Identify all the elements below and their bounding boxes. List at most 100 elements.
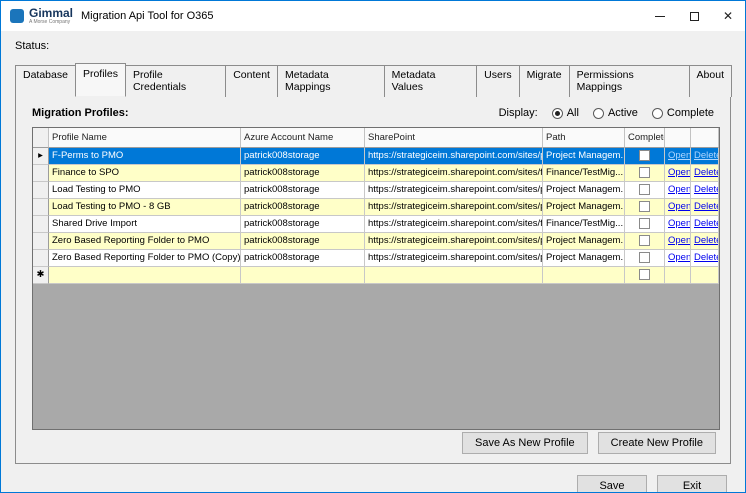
cell-sharepoint[interactable]: https://strategiceim.sharepoint.com/site…: [365, 182, 543, 199]
tab-content[interactable]: Content: [225, 65, 278, 97]
minimize-button[interactable]: [643, 1, 677, 31]
tab-database[interactable]: Database: [15, 65, 76, 97]
open-link[interactable]: Open: [668, 184, 690, 195]
grid-row[interactable]: Shared Drive Import patrick008storage http…: [33, 216, 719, 233]
cell-azure-account[interactable]: patrick008storage: [241, 148, 365, 165]
delete-link[interactable]: Delete: [694, 167, 718, 178]
tab-profiles[interactable]: Profiles: [74, 63, 126, 97]
cell-sharepoint[interactable]: https://strategiceim.sharepoint.com/site…: [365, 199, 543, 216]
cell-sharepoint[interactable]: https://strategiceim.sharepoint.com/site…: [365, 250, 543, 267]
cell-path[interactable]: Project Managem...: [543, 148, 625, 165]
grid-row[interactable]: Load Testing to PMO - 8 GB patrick008stor…: [33, 199, 719, 216]
cell-profile-name[interactable]: Zero Based Reporting Folder to PMO: [49, 233, 241, 250]
tab-migrate[interactable]: Migrate: [518, 65, 570, 97]
complete-checkbox[interactable]: [639, 149, 650, 161]
open-link[interactable]: Open: [668, 218, 690, 229]
cell-sharepoint[interactable]: https://strategiceim.sharepoint.com/site…: [365, 148, 543, 165]
cell-path[interactable]: Project Managem...: [543, 233, 625, 250]
tab-profile-credentials[interactable]: Profile Credentials: [124, 65, 227, 97]
grid-new-row[interactable]: ✱: [33, 267, 719, 284]
row-indicator[interactable]: [33, 199, 49, 216]
open-link[interactable]: Open: [668, 235, 690, 246]
delete-link[interactable]: Delete: [694, 252, 718, 263]
cell-azure-account[interactable]: patrick008storage: [241, 182, 365, 199]
row-indicator[interactable]: [33, 250, 49, 267]
display-option-active[interactable]: Active: [592, 107, 638, 119]
delete-link[interactable]: Delete: [694, 201, 718, 212]
maximize-button[interactable]: [677, 1, 711, 31]
cell-azure-account[interactable]: patrick008storage: [241, 250, 365, 267]
cell-azure-account[interactable]: [241, 267, 365, 284]
complete-checkbox[interactable]: [639, 217, 650, 229]
col-header-complete[interactable]: Complete: [625, 128, 665, 148]
row-indicator[interactable]: [33, 233, 49, 250]
row-indicator[interactable]: [33, 165, 49, 182]
cell-complete: [625, 267, 665, 284]
col-header-sharepoint[interactable]: SharePoint: [365, 128, 543, 148]
display-option-complete[interactable]: Complete: [651, 107, 714, 119]
grid-row[interactable]: Zero Based Reporting Folder to PMO patric…: [33, 233, 719, 250]
tab-users[interactable]: Users: [476, 65, 520, 97]
open-link[interactable]: Open: [668, 167, 690, 178]
row-indicator[interactable]: [33, 216, 49, 233]
save-as-new-profile-button[interactable]: Save As New Profile: [462, 432, 588, 454]
open-link[interactable]: Open: [668, 201, 690, 212]
cell-open: Open: [665, 233, 691, 250]
cell-sharepoint[interactable]: https://strategiceim.sharepoint.com/site…: [365, 233, 543, 250]
cell-profile-name[interactable]: Load Testing to PMO: [49, 182, 241, 199]
col-header-azure-account-name[interactable]: Azure Account Name: [241, 128, 365, 148]
create-new-profile-button[interactable]: Create New Profile: [597, 432, 716, 454]
cell-path[interactable]: Finance/TestMig...: [543, 216, 625, 233]
complete-checkbox[interactable]: [639, 234, 650, 246]
radio-label: All: [566, 107, 579, 119]
delete-link[interactable]: Delete: [694, 184, 718, 195]
delete-link[interactable]: Delete: [694, 235, 718, 246]
row-indicator[interactable]: ▸: [33, 148, 49, 165]
col-header-profile-name[interactable]: Profile Name: [49, 128, 241, 148]
cell-path[interactable]: [543, 267, 625, 284]
row-indicator[interactable]: ✱: [33, 267, 49, 284]
cell-azure-account[interactable]: patrick008storage: [241, 216, 365, 233]
open-link[interactable]: Open: [668, 150, 690, 161]
cell-profile-name[interactable]: [49, 267, 241, 284]
open-link[interactable]: Open: [668, 252, 690, 263]
cell-profile-name[interactable]: Shared Drive Import: [49, 216, 241, 233]
radio-label: Complete: [666, 107, 714, 119]
grid-row[interactable]: ▸ F-Perms to PMO patrick008storage https://…: [33, 148, 719, 165]
grid-row[interactable]: Finance to SPO patrick008storage https://s…: [33, 165, 719, 182]
cell-path[interactable]: Project Managem...: [543, 182, 625, 199]
tab-metadata-values[interactable]: Metadata Values: [383, 65, 478, 97]
cell-azure-account[interactable]: patrick008storage: [241, 199, 365, 216]
save-button[interactable]: Save: [577, 475, 647, 492]
complete-checkbox[interactable]: [639, 251, 650, 263]
radio-icon: [651, 107, 663, 119]
cell-profile-name[interactable]: Zero Based Reporting Folder to PMO (Copy…: [49, 250, 241, 267]
cell-sharepoint[interactable]: https://strategiceim.sharepoint.com/site…: [365, 165, 543, 182]
col-header-path[interactable]: Path: [543, 128, 625, 148]
grid-row[interactable]: Zero Based Reporting Folder to PMO (Copy…: [33, 250, 719, 267]
cell-profile-name[interactable]: Load Testing to PMO - 8 GB: [49, 199, 241, 216]
cell-profile-name[interactable]: F-Perms to PMO: [49, 148, 241, 165]
cell-path[interactable]: Project Managem...: [543, 250, 625, 267]
delete-link[interactable]: Delete: [694, 218, 718, 229]
exit-button[interactable]: Exit: [657, 475, 727, 492]
cell-azure-account[interactable]: patrick008storage: [241, 165, 365, 182]
delete-link[interactable]: Delete: [694, 150, 718, 161]
complete-checkbox[interactable]: [639, 183, 650, 195]
complete-checkbox[interactable]: [639, 200, 650, 212]
complete-checkbox[interactable]: [639, 268, 650, 280]
cell-profile-name[interactable]: Finance to SPO: [49, 165, 241, 182]
cell-path[interactable]: Project Managem...: [543, 199, 625, 216]
cell-path[interactable]: Finance/TestMig...: [543, 165, 625, 182]
tab-about[interactable]: About: [688, 65, 732, 97]
complete-checkbox[interactable]: [639, 166, 650, 178]
tab-permissions-mappings[interactable]: Permissions Mappings: [568, 65, 690, 97]
close-button[interactable]: ✕: [711, 1, 745, 31]
grid-row[interactable]: Load Testing to PMO patrick008storage http…: [33, 182, 719, 199]
cell-azure-account[interactable]: patrick008storage: [241, 233, 365, 250]
display-option-all[interactable]: All: [551, 107, 579, 119]
cell-sharepoint[interactable]: https://strategiceim.sharepoint.com/site…: [365, 216, 543, 233]
cell-sharepoint[interactable]: [365, 267, 543, 284]
tab-metadata-mappings[interactable]: Metadata Mappings: [276, 65, 385, 97]
row-indicator[interactable]: [33, 182, 49, 199]
